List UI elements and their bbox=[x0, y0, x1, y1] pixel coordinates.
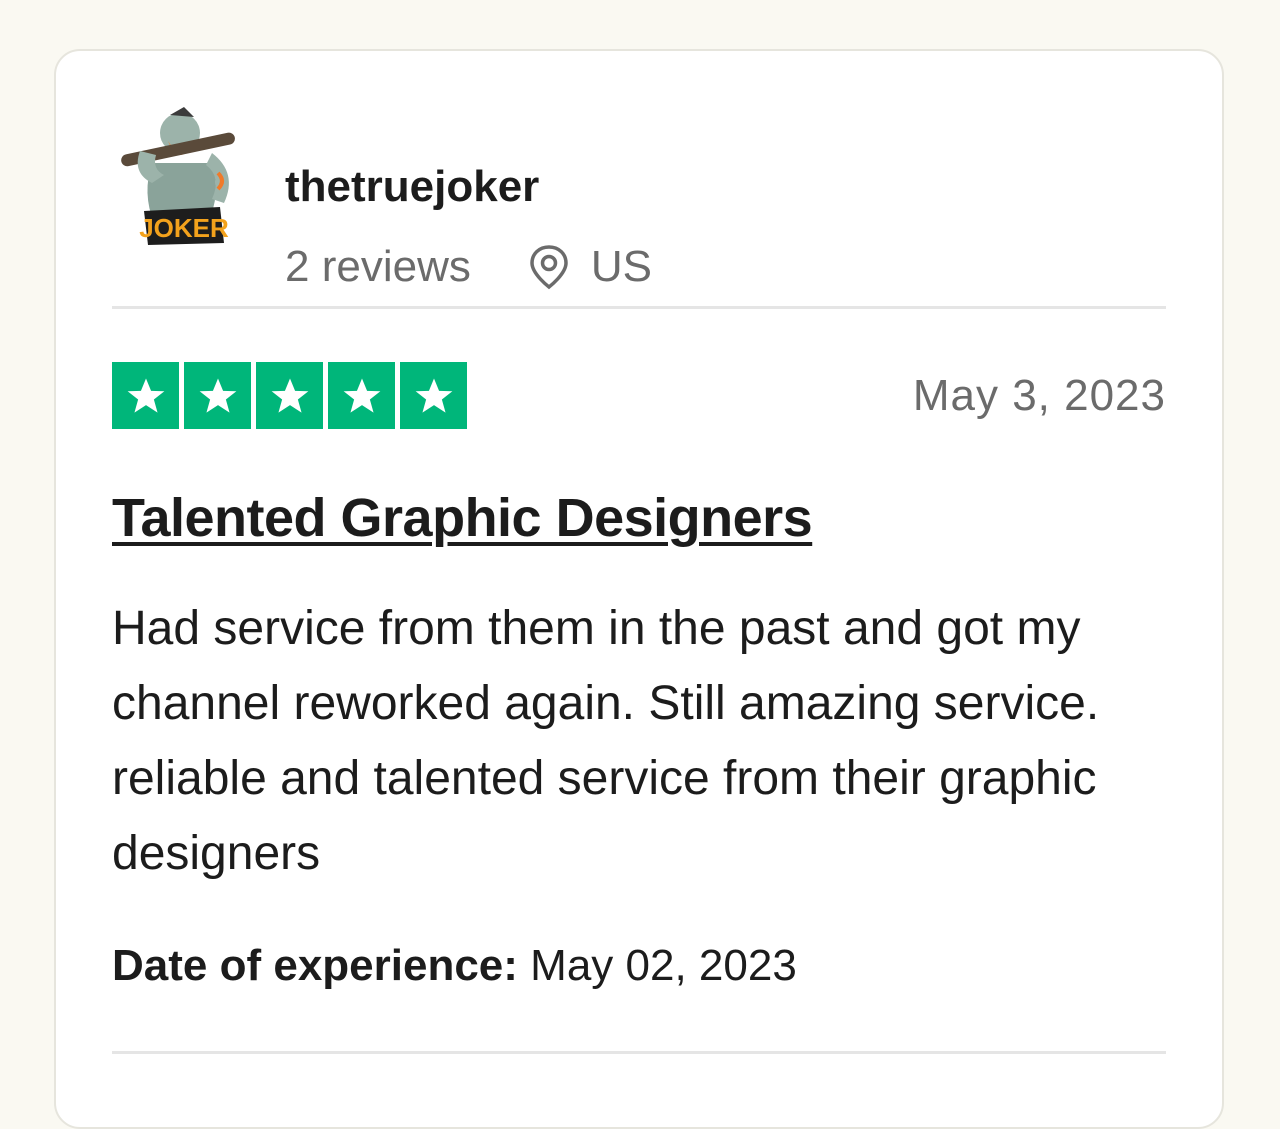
star-icon bbox=[328, 362, 395, 429]
rating-row: May 3, 2023 bbox=[112, 362, 1166, 430]
review-card: JOKER thetruejoker 2 reviews US May 3, 2… bbox=[54, 49, 1224, 1129]
review-title-link[interactable]: Talented Graphic Designers bbox=[112, 491, 813, 545]
reviewer-meta: 2 reviews US bbox=[285, 243, 652, 291]
joker-avatar-icon: JOKER bbox=[121, 107, 235, 245]
star-icon bbox=[184, 362, 251, 429]
header-divider bbox=[112, 306, 1166, 309]
review-date: May 3, 2023 bbox=[912, 371, 1166, 420]
reviewer-avatar[interactable]: JOKER bbox=[112, 103, 248, 253]
location-pin-icon bbox=[527, 243, 571, 291]
star-icon bbox=[112, 362, 179, 429]
reviews-count: 2 reviews bbox=[285, 242, 471, 291]
review-body: Had service from them in the past and go… bbox=[112, 602, 1100, 880]
date-of-experience: Date of experience: May 02, 2023 bbox=[112, 944, 797, 988]
reviewer-name[interactable]: thetruejoker bbox=[285, 165, 539, 209]
footer-divider bbox=[112, 1051, 1166, 1054]
svg-text:JOKER: JOKER bbox=[139, 213, 229, 243]
star-icon bbox=[256, 362, 323, 429]
experience-label: Date of experience: bbox=[112, 941, 518, 990]
reviewer-header: JOKER thetruejoker 2 reviews US bbox=[112, 103, 1166, 290]
star-rating bbox=[112, 362, 467, 429]
experience-date: May 02, 2023 bbox=[530, 941, 797, 990]
reviewer-country: US bbox=[590, 242, 652, 291]
star-icon bbox=[400, 362, 467, 429]
